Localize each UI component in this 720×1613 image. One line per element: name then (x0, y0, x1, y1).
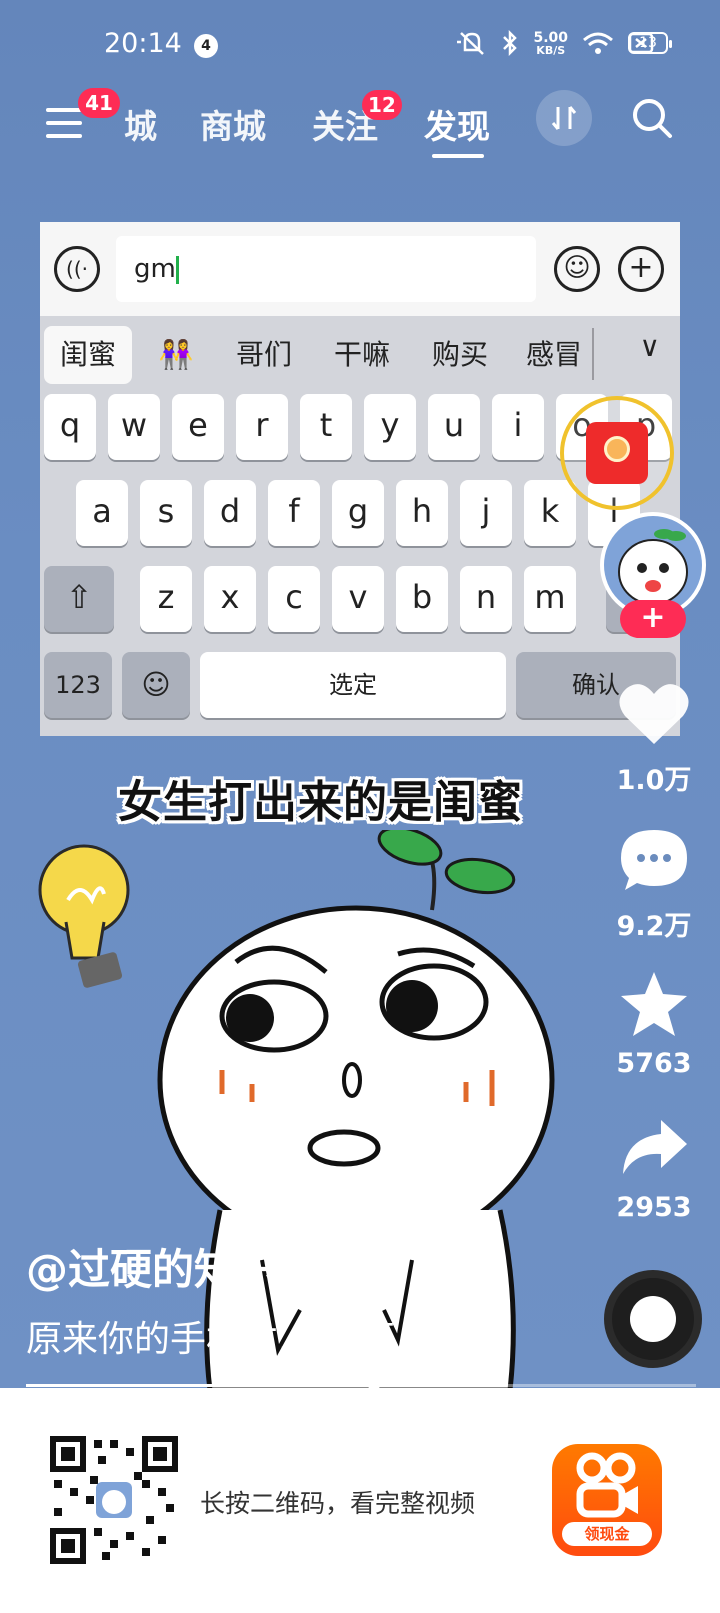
menu-icon[interactable] (46, 108, 82, 138)
video-progress-bar[interactable] (26, 1379, 696, 1391)
lightbulb-icon (38, 844, 130, 988)
bluetooth-icon (503, 30, 518, 56)
candidate-item: 👭 (158, 338, 194, 371)
key: d (204, 480, 256, 546)
share-action[interactable]: 2953 (604, 1114, 704, 1223)
key: e (172, 394, 224, 460)
candidate-bar: 闺蜜 👭 哥们 干嘛 购买 感冒 ∨ (40, 316, 680, 390)
red-packet-widget[interactable] (560, 396, 674, 510)
bottom-banner: 长按二维码，看完整视频 领现金 (0, 1388, 720, 1613)
key: i (492, 394, 544, 460)
key: x (204, 566, 256, 632)
music-cover-icon (630, 1296, 676, 1342)
network-speed: 5.00 KB/S (533, 29, 568, 57)
key: n (460, 566, 512, 632)
key: u (428, 394, 480, 460)
app-icon-label: 领现金 (562, 1522, 652, 1546)
key: g (332, 480, 384, 546)
key: f (268, 480, 320, 546)
follow-badge: 12 (362, 90, 402, 120)
comment-bubble-icon (621, 830, 687, 890)
like-count: 1.0万 (616, 765, 692, 796)
candidate-item: 哥们 (235, 338, 292, 371)
key: v (332, 566, 384, 632)
active-tab-indicator (432, 154, 484, 158)
key: m (524, 566, 576, 632)
keyboard-input-bar: ((· gm ☺ + (40, 222, 680, 316)
chevron-down-icon: ∨ (639, 330, 661, 363)
video-description[interactable]: 原来你的手机才... 展开 (26, 1310, 396, 1362)
key: j (460, 480, 512, 546)
key: s (140, 480, 192, 546)
status-bar: 20:14 4 5.00 KB/S 13 (0, 20, 720, 70)
tab-mall[interactable]: 商城 (200, 100, 266, 148)
emoji-face-icon: ☺ (554, 246, 600, 292)
red-packet-icon (586, 422, 648, 484)
wifi-icon (583, 32, 613, 54)
key: b (396, 566, 448, 632)
key: t (300, 394, 352, 460)
comment-count: 9.2万 (616, 911, 692, 942)
star-icon (621, 972, 687, 1036)
favorite-action[interactable]: 5763 (604, 970, 704, 1079)
status-time: 20:14 (104, 28, 182, 59)
progress-fill (26, 1384, 375, 1387)
space-key: 选定 (200, 652, 506, 718)
shift-key: ⇧ (44, 566, 114, 632)
voice-icon: ((· (54, 246, 100, 292)
switch-view-button[interactable] (536, 90, 592, 146)
keyboard-input-field: gm (116, 236, 536, 302)
key: z (140, 566, 192, 632)
candidate-item: 感冒 (525, 338, 582, 371)
emoji-key: ☺ (122, 652, 190, 718)
camera-logo-icon (576, 1452, 638, 1518)
key: h (396, 480, 448, 546)
share-count: 2953 (616, 1192, 692, 1223)
favorite-count: 5763 (616, 1048, 692, 1079)
key: k (524, 480, 576, 546)
like-action[interactable]: 1.0万 (604, 680, 704, 797)
search-icon[interactable] (630, 96, 674, 140)
key: c (268, 566, 320, 632)
battery-icon: 13 (628, 32, 672, 54)
qr-hint-text: 长按二维码，看完整视频 (200, 1489, 476, 1518)
tab-discover[interactable]: 发现 (424, 100, 490, 148)
swap-arrows-icon (551, 106, 577, 130)
notification-count-badge: 4 (194, 34, 218, 58)
heart-icon (619, 684, 689, 744)
candidate-item: 购买 (431, 338, 488, 371)
menu-badge: 41 (78, 88, 120, 118)
key: q (44, 394, 96, 460)
key: a (76, 480, 128, 546)
key: w (108, 394, 160, 460)
author-name[interactable]: @过硬的知识 (26, 1236, 278, 1297)
tab-city[interactable]: 城 (124, 100, 157, 148)
candidate-item: 干嘛 (333, 338, 390, 371)
share-arrow-icon (623, 1120, 687, 1174)
plus-icon: + (618, 246, 664, 292)
comment-action[interactable]: 9.2万 (604, 826, 704, 943)
video-caption: 女生打出来的是闺蜜 (118, 777, 523, 828)
key: y (364, 394, 416, 460)
follow-button[interactable]: + (620, 600, 686, 638)
music-disc[interactable] (604, 1270, 702, 1368)
candidate-item: 闺蜜 (44, 326, 132, 384)
mute-icon (457, 32, 485, 55)
qr-code[interactable] (50, 1436, 178, 1564)
kuaishou-app-icon[interactable]: 领现金 (552, 1444, 662, 1556)
numbers-key: 123 (44, 652, 112, 718)
status-icons: 5.00 KB/S (457, 30, 654, 56)
key: r (236, 394, 288, 460)
top-nav: 41 城 商城 关注 12 发现 (0, 86, 720, 166)
